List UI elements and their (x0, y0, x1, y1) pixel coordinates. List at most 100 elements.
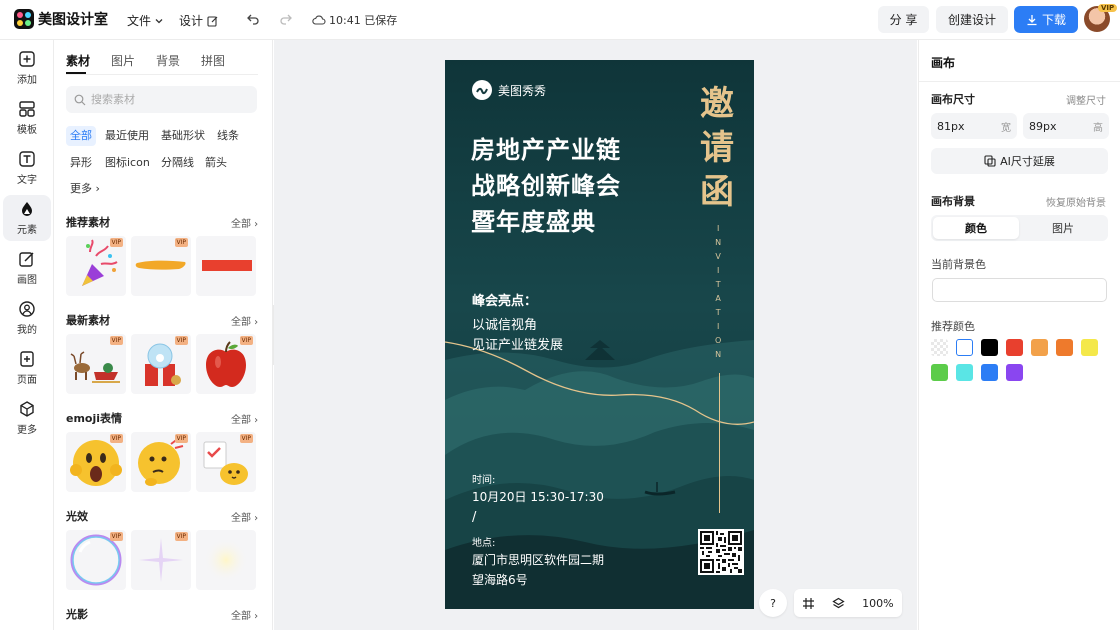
asset-brush-stroke[interactable]: VIP (131, 236, 191, 296)
rail-label: 画图 (17, 275, 37, 286)
chip-lines[interactable]: 线条 (213, 126, 243, 146)
swatch-light-orange[interactable] (1031, 339, 1048, 356)
swatch-cyan[interactable] (956, 364, 973, 381)
chip-irregular[interactable]: 异形 (66, 153, 96, 173)
create-design-button[interactable]: 创建设计 (936, 6, 1008, 33)
swatch-purple[interactable] (1006, 364, 1023, 381)
asset-emoji-thinking[interactable]: VIP (131, 432, 191, 492)
download-button[interactable]: 下载 (1014, 6, 1078, 33)
see-all-label: 全部 (231, 415, 251, 426)
app-logo[interactable]: 美图设计室 (14, 9, 108, 29)
tab-collage[interactable]: 拼图 (201, 52, 225, 69)
section-title-newest: 最新素材 (66, 314, 110, 327)
seg-color[interactable]: 颜色 (933, 217, 1019, 239)
chip-basic-shapes[interactable]: 基础形状 (157, 126, 209, 146)
asset-bubble[interactable]: VIP (66, 530, 126, 590)
rail-label: 元素 (17, 225, 37, 236)
see-all-recommended[interactable]: 全部 › (231, 215, 258, 230)
asset-red-bar[interactable] (196, 236, 256, 296)
asset-reindeer-sleigh[interactable]: VIP (66, 334, 126, 394)
chip-all[interactable]: 全部 (66, 126, 96, 146)
chip-more[interactable]: 更多 › (66, 179, 104, 199)
ai-extend-button[interactable]: AI尺寸延展 (931, 148, 1108, 174)
current-bg-color-swatch[interactable] (932, 278, 1107, 302)
section-title-recommended: 推荐素材 (66, 216, 110, 229)
rail-item-draw[interactable]: 画图 (3, 245, 51, 291)
poster-brand: 美图秀秀 (472, 80, 546, 100)
text-icon (19, 151, 35, 167)
adjust-size-link[interactable]: 调整尺寸 (1066, 92, 1106, 107)
cloud-icon (312, 15, 326, 25)
top-bar: 美图设计室 文件 设计 10:41 已保存 分 享 创建设计 下载 VIP (0, 0, 1120, 40)
seg-image[interactable]: 图片 (1020, 217, 1106, 239)
chevron-down-icon (155, 18, 163, 23)
menu-design-label: 设计 (179, 14, 204, 28)
see-all-light-shadow[interactable]: 全部 › (231, 607, 258, 622)
swatch-red[interactable] (1006, 339, 1023, 356)
rail-item-mine[interactable]: 我的 (3, 295, 51, 341)
ai-resize-icon (984, 155, 996, 167)
search-input[interactable] (91, 93, 251, 106)
grid-icon[interactable] (802, 597, 815, 610)
vip-tag: VIP (174, 532, 188, 541)
chip-arrows[interactable]: 箭头 (201, 153, 231, 173)
tab-backgrounds[interactable]: 背景 (156, 52, 180, 69)
asset-party-popper[interactable]: VIP (66, 236, 126, 296)
asset-glow[interactable] (196, 530, 256, 590)
tab-images[interactable]: 图片 (111, 52, 135, 69)
zoom-level[interactable]: 100% (862, 597, 893, 610)
swatch-green[interactable] (931, 364, 948, 381)
swatch-transparent[interactable] (931, 339, 948, 356)
rail-item-page[interactable]: 页面 (3, 345, 51, 391)
undo-icon[interactable] (246, 12, 260, 26)
invitation-letter: T (715, 280, 721, 289)
rail-item-text[interactable]: 文字 (3, 145, 51, 191)
help-button[interactable]: ? (759, 589, 787, 617)
share-label: 分 享 (889, 13, 918, 27)
rail-item-template[interactable]: 模板 (3, 95, 51, 141)
chip-recent[interactable]: 最近使用 (101, 126, 153, 146)
swatch-black[interactable] (981, 339, 998, 356)
canvas-area[interactable]: 美图秀秀 房地产产业链 战略创新峰会 暨年度盛典 邀 请 函 I N V I T… (274, 40, 917, 630)
see-all-emoji[interactable]: 全部 › (231, 411, 258, 426)
time-label: 时间: (472, 475, 496, 486)
place-label: 地点: (472, 538, 496, 549)
canvas-size-label: 画布尺寸 (931, 93, 975, 106)
zoom-toolbar: ? 100% (759, 589, 902, 617)
search-box[interactable] (66, 86, 257, 113)
rail-item-elements[interactable]: 元素 (3, 195, 51, 241)
invite-char-2: 请 (700, 128, 734, 168)
chip-icons[interactable]: 图标icon (101, 153, 154, 173)
tab-materials[interactable]: 素材 (66, 52, 90, 69)
elements-panel: 素材 图片 背景 拼图 全部 最近使用 基础形状 线条 异形 图标icon 分隔… (55, 40, 273, 630)
asset-emoji-shocked[interactable]: VIP (66, 432, 126, 492)
pen-icon (19, 252, 34, 267)
height-unit: 高 (1093, 122, 1103, 134)
height-field[interactable]: 89px 高 (1023, 113, 1109, 139)
rail-item-more[interactable]: 更多 (3, 395, 51, 441)
poster-title-line-1: 房地产产业链 (471, 135, 621, 164)
width-field[interactable]: 81px 宽 (931, 113, 1017, 139)
see-all-light-effects[interactable]: 全部 › (231, 509, 258, 524)
swatch-blue[interactable] (981, 364, 998, 381)
asset-red-apple[interactable]: VIP (196, 334, 256, 394)
swatch-yellow[interactable] (1081, 339, 1098, 356)
layers-icon[interactable] (832, 597, 845, 610)
poster-canvas[interactable]: 美图秀秀 房地产产业链 战略创新峰会 暨年度盛典 邀 请 函 I N V I T… (445, 60, 754, 609)
rail-item-add[interactable]: 添加 (3, 45, 51, 91)
swatch-orange[interactable] (1056, 339, 1073, 356)
section-title-light-shadow: 光影 (66, 608, 88, 621)
menu-design[interactable]: 设计 (179, 12, 219, 29)
restore-bg-link[interactable]: 恢复原始背景 (1046, 194, 1106, 209)
see-all-newest[interactable]: 全部 › (231, 313, 258, 328)
asset-emoji-checklist[interactable]: VIP (196, 432, 256, 492)
swatch-white[interactable] (956, 339, 973, 356)
asset-snow-globe-gift[interactable]: VIP (131, 334, 191, 394)
invitation-letter: N (715, 350, 722, 359)
redo-icon[interactable] (279, 12, 293, 26)
panel-divider (919, 81, 1120, 82)
share-button[interactable]: 分 享 (878, 6, 929, 33)
chip-dividers[interactable]: 分隔线 (157, 153, 198, 173)
asset-star-sparkle[interactable]: VIP (131, 530, 191, 590)
menu-file[interactable]: 文件 (127, 12, 164, 29)
